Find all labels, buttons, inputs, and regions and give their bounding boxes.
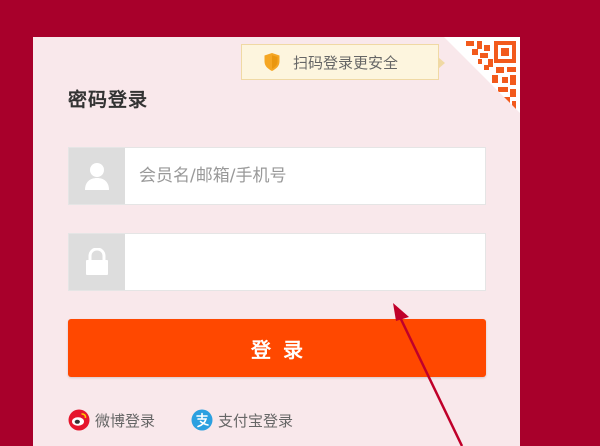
alipay-icon <box>191 409 213 431</box>
username-input[interactable] <box>125 148 485 204</box>
alipay-login-label: 支付宝登录 <box>218 411 294 430</box>
weibo-login-label: 微博登录 <box>95 411 156 430</box>
login-title: 密码登录 <box>68 89 149 111</box>
alt-login-links: 微博登录 支付宝登录 <box>68 409 293 431</box>
login-panel: 密码登录 扫码登录更安全 会员名/邮箱/手机号 登录 微博登录 支付宝登录 <box>33 37 520 446</box>
alipay-login-link[interactable]: 支付宝登录 <box>191 409 293 431</box>
lock-icon-box <box>69 234 125 290</box>
password-field-group <box>68 233 486 291</box>
password-input[interactable] <box>125 234 485 290</box>
login-button[interactable]: 登录 <box>68 319 486 377</box>
qr-login-tip[interactable]: 扫码登录更安全 <box>241 44 445 80</box>
lock-icon <box>86 248 108 275</box>
weibo-icon <box>68 409 90 431</box>
qr-code-icon[interactable] <box>444 37 520 113</box>
username-field-group <box>68 147 486 205</box>
user-icon-box <box>69 148 125 204</box>
weibo-login-link[interactable]: 微博登录 <box>68 409 155 431</box>
qr-tip-text: 扫码登录更安全 <box>293 53 399 72</box>
shield-icon <box>264 53 280 71</box>
user-icon <box>85 163 109 190</box>
